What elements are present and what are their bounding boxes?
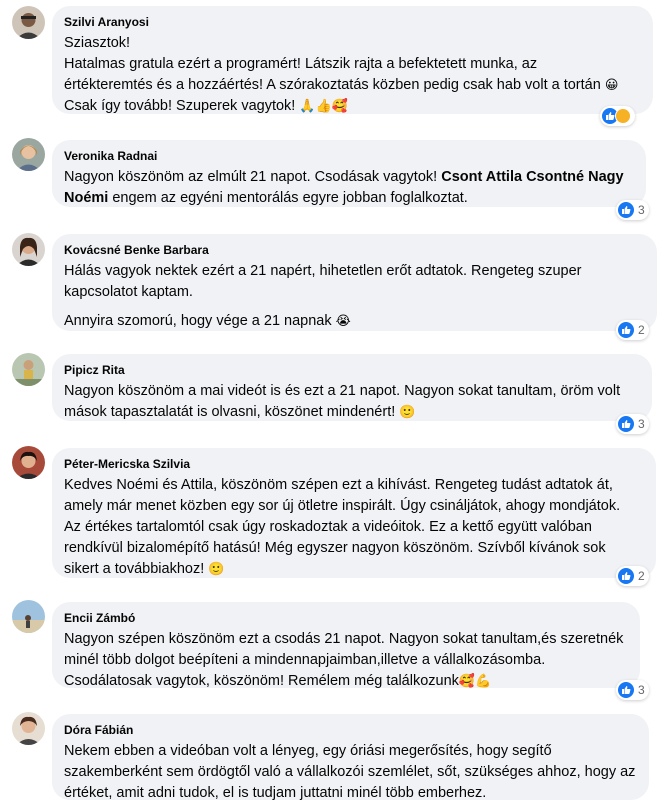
emoji-group: 🙏👍🥰 (299, 99, 348, 114)
smile-emoji: 🙂 (399, 405, 416, 420)
reaction-summary[interactable]: 3 (616, 200, 649, 220)
avatar[interactable] (12, 138, 45, 171)
comment-author[interactable]: Péter-Mericska Szilvia (64, 456, 644, 472)
reaction-summary[interactable]: 2 (616, 566, 649, 586)
comment-bubble: Encii Zámbó Nagyon szépen köszönöm ezt a… (52, 602, 640, 689)
avatar[interactable] (12, 233, 45, 266)
comment-text: Nekem ebben a videóban volt a lényeg, eg… (64, 743, 636, 801)
comment-author[interactable]: Szilvi Aranyosi (64, 14, 641, 30)
reaction-count: 2 (638, 323, 645, 337)
reaction-summary[interactable] (600, 106, 635, 126)
avatar[interactable] (12, 600, 45, 633)
comment-author[interactable]: Encii Zámbó (64, 610, 628, 626)
like-icon (618, 322, 634, 338)
comment-author[interactable]: Pipicz Rita (64, 362, 640, 378)
mention-link[interactable]: Noémi (64, 190, 108, 206)
reaction-count: 3 (638, 683, 645, 697)
reaction-summary[interactable]: 3 (616, 680, 649, 700)
comment-author[interactable]: Kovácsné Benke Barbara (64, 242, 645, 258)
reaction-count: 3 (638, 417, 645, 431)
reaction-summary[interactable]: 3 (616, 414, 649, 434)
reaction-summary[interactable]: 2 (616, 320, 649, 340)
grinning-emoji: 😀 (604, 78, 619, 93)
comment-text: Sziasztok! Hatalmas gratula ezért a prog… (64, 35, 619, 114)
comment-bubble: Veronika Radnai Nagyon köszönöm az elmúl… (52, 140, 646, 207)
avatar[interactable] (12, 6, 45, 39)
mention-link[interactable]: Csont Attila Csontné Nagy (441, 169, 623, 185)
avatar[interactable] (12, 353, 45, 386)
smile-emoji: 🙂 (208, 562, 225, 577)
comment-text: Nagyon szépen köszönöm ezt a csodás 21 n… (64, 631, 624, 689)
comment-text: Kedves Noémi és Attila, köszönöm szépen … (64, 477, 621, 577)
reaction-count: 2 (638, 569, 645, 583)
comment-text: Nagyon köszönöm a mai videót is és ezt a… (64, 383, 621, 420)
like-icon (618, 682, 634, 698)
avatar[interactable] (12, 446, 45, 479)
care-icon (615, 108, 631, 124)
comment-text: Nagyon köszönöm az elmúlt 21 napot. Csod… (64, 169, 624, 206)
comment-bubble: Szilvi Aranyosi Sziasztok! Hatalmas grat… (52, 6, 653, 114)
crying-emoji: 😭 (335, 314, 351, 329)
comment-author[interactable]: Dóra Fábián (64, 722, 637, 738)
like-icon (618, 416, 634, 432)
avatar[interactable] (12, 712, 45, 745)
comment-bubble: Péter-Mericska Szilvia Kedves Noémi és A… (52, 448, 656, 578)
comment-text: Hálás vagyok nektek ezért a 21 napért, h… (64, 263, 582, 329)
comment-bubble: Pipicz Rita Nagyon köszönöm a mai videót… (52, 354, 652, 421)
reaction-count: 3 (638, 203, 645, 217)
comment-author[interactable]: Veronika Radnai (64, 148, 634, 164)
emoji-group: 🥰💪 (458, 674, 492, 689)
like-icon (618, 568, 634, 584)
comment-bubble: Kovácsné Benke Barbara Hálás vagyok nekt… (52, 234, 657, 331)
comment-bubble: Dóra Fábián Nekem ebben a videóban volt … (52, 714, 649, 801)
like-icon (618, 202, 634, 218)
